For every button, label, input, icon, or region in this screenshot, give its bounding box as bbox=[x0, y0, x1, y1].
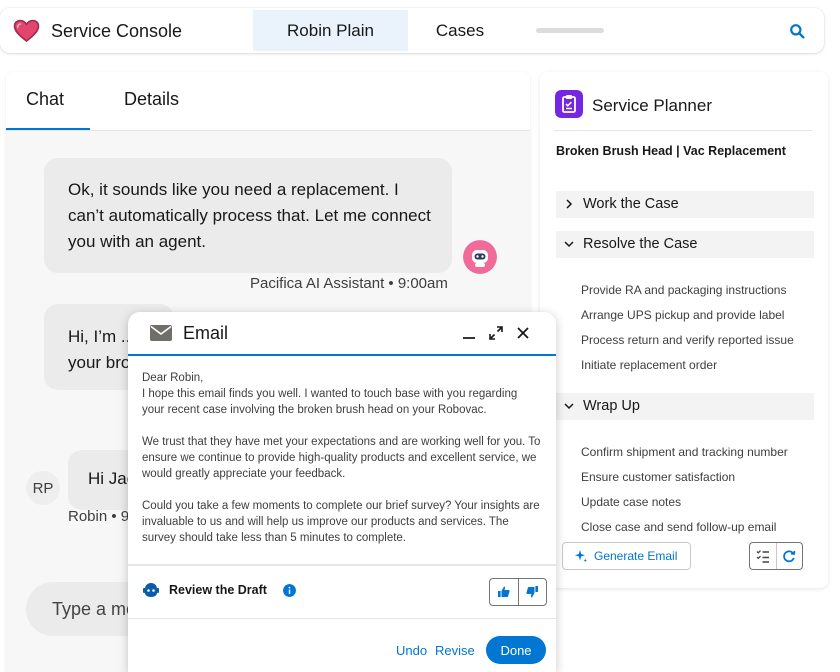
undo-button[interactable]: Undo bbox=[396, 643, 427, 658]
task-item[interactable]: Confirm shipment and tracking number bbox=[581, 445, 788, 459]
task-item[interactable]: Ensure customer satisfaction bbox=[581, 470, 735, 484]
email-paragraph: I hope this email finds you well. I want… bbox=[142, 388, 518, 416]
section-label: Wrap Up bbox=[583, 398, 640, 414]
chat-message: Ok, it sounds like you need a replacemen… bbox=[44, 158, 452, 273]
message-meta: Robin • 9 bbox=[68, 508, 130, 525]
tab-details[interactable]: Details bbox=[124, 89, 179, 110]
tab-chat[interactable]: Chat bbox=[26, 89, 64, 110]
info-icon[interactable] bbox=[283, 584, 296, 597]
task-item[interactable]: Initiate replacement order bbox=[581, 358, 717, 372]
close-icon[interactable] bbox=[515, 325, 531, 341]
section-label: Work the Case bbox=[583, 196, 679, 212]
assistant-icon bbox=[143, 583, 159, 597]
task-item[interactable]: Close case and send follow-up email bbox=[581, 520, 776, 534]
chat-tab-bar: Chat Details bbox=[6, 72, 530, 131]
expand-icon[interactable] bbox=[488, 325, 504, 341]
email-paragraph: Could you take a few moments to complete… bbox=[142, 500, 540, 544]
avatar: RP bbox=[26, 471, 60, 505]
sparkle-icon bbox=[575, 550, 587, 563]
search-input[interactable] bbox=[536, 28, 604, 33]
envelope-icon bbox=[150, 325, 172, 341]
email-paragraph: We trust that they have met your expecta… bbox=[142, 436, 541, 480]
case-subject: Broken Brush Head | Vac Replacement bbox=[556, 144, 786, 158]
tab-robin-plain[interactable]: Robin Plain bbox=[253, 10, 408, 51]
thumbs-down-icon bbox=[526, 586, 538, 598]
button-label: Done bbox=[500, 642, 532, 658]
section-wrap-up[interactable]: Wrap Up bbox=[556, 393, 814, 420]
search-icon[interactable] bbox=[789, 23, 805, 39]
section-resolve-the-case[interactable]: Resolve the Case bbox=[556, 231, 814, 258]
panel-title: Service Planner bbox=[592, 96, 713, 115]
heart-icon bbox=[13, 19, 40, 43]
app-title: Service Console bbox=[51, 21, 183, 41]
thumbs-up-icon bbox=[498, 586, 510, 597]
message-text: Ok, it sounds like you need a replacemen… bbox=[68, 180, 431, 251]
top-bar: Service Console Robin Plain Cases bbox=[0, 8, 824, 53]
task-item[interactable]: Arrange UPS pickup and provide label bbox=[581, 308, 784, 322]
checklist-button[interactable] bbox=[750, 543, 777, 569]
button-label: Generate Email bbox=[594, 549, 678, 563]
message-meta: Pacifica AI Assistant • 9:00am bbox=[250, 275, 448, 292]
chevron-down-icon bbox=[564, 403, 574, 410]
chevron-down-icon bbox=[564, 241, 574, 248]
email-composer: Email Dear Robin, I hope this email find… bbox=[128, 312, 556, 672]
review-bar: Review the Draft bbox=[128, 566, 556, 616]
generate-email-button[interactable]: Generate Email bbox=[562, 542, 691, 570]
email-header: Email bbox=[128, 312, 556, 356]
divider bbox=[128, 618, 556, 619]
tab-cases[interactable]: Cases bbox=[410, 10, 510, 51]
planner-action-group bbox=[749, 542, 803, 570]
review-label: Review the Draft bbox=[169, 583, 267, 597]
email-body[interactable]: Dear Robin, I hope this email finds you … bbox=[142, 370, 542, 560]
thumbs-up-button[interactable] bbox=[490, 579, 519, 605]
bot-avatar-icon bbox=[463, 240, 497, 274]
tab-label: Robin Plain bbox=[287, 20, 374, 40]
clipboard-icon bbox=[555, 90, 583, 118]
chevron-right-icon bbox=[566, 199, 573, 209]
section-label: Resolve the Case bbox=[583, 236, 698, 252]
task-item[interactable]: Provide RA and packaging instructions bbox=[581, 283, 786, 297]
revise-button[interactable]: Revise bbox=[435, 643, 475, 658]
checklist-icon bbox=[756, 550, 769, 563]
done-button[interactable]: Done bbox=[486, 636, 546, 664]
email-title: Email bbox=[183, 323, 229, 343]
chat-input-placeholder: Type a me bbox=[52, 599, 137, 619]
section-work-the-case[interactable]: Work the Case bbox=[556, 191, 814, 218]
email-greeting: Dear Robin, bbox=[142, 372, 204, 384]
feedback-group bbox=[489, 578, 547, 606]
service-planner-panel: Service Planner Broken Brush Head | Vac … bbox=[540, 72, 828, 588]
refresh-icon bbox=[783, 550, 796, 563]
minimize-icon[interactable] bbox=[461, 325, 477, 341]
thumbs-down-button[interactable] bbox=[518, 579, 546, 605]
refresh-button[interactable] bbox=[776, 543, 802, 569]
task-item[interactable]: Update case notes bbox=[581, 495, 681, 509]
active-tab-indicator bbox=[6, 128, 90, 130]
task-item[interactable]: Process return and verify reported issue bbox=[581, 333, 794, 347]
tab-label: Cases bbox=[435, 20, 485, 40]
divider bbox=[554, 130, 812, 131]
